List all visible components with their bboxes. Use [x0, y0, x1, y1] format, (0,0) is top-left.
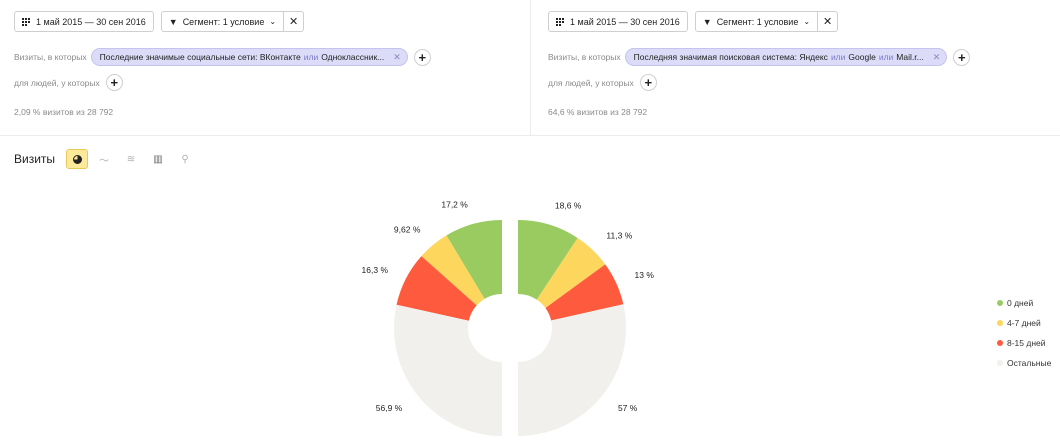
legend-item[interactable]: 0 дней [997, 293, 1051, 313]
slice-label: 17,2 % [441, 200, 468, 210]
legend-item[interactable]: Остальные [997, 353, 1051, 373]
legend-label: 0 дней [1007, 298, 1034, 308]
legend-label: 4-7 дней [1007, 318, 1041, 328]
legend-dot-icon [997, 340, 1003, 346]
pie-slice[interactable] [518, 304, 626, 436]
legend-dot-icon [997, 360, 1003, 366]
slice-label: 11,3 % [606, 230, 632, 240]
slice-label: 56,9 % [376, 403, 403, 413]
legend-label: 8-15 дней [1007, 338, 1046, 348]
slice-label: 16,3 % [362, 265, 389, 275]
legend-label: Остальные [1007, 358, 1052, 368]
legend-dot-icon [997, 300, 1003, 306]
slice-label: 18,6 % [555, 200, 582, 210]
slice-label: 13 % [635, 270, 655, 280]
pie-slice[interactable] [394, 304, 502, 436]
pie-chart: 17,2 % 9,62 % 16,3 % 56,9 % 18,6 % 11,3 % 13 %… [362, 200, 655, 436]
slice-label: 9,62 % [394, 224, 421, 234]
legend-item[interactable]: 8-15 дней [997, 333, 1051, 353]
slice-label: 57 % [618, 403, 638, 413]
legend-dot-icon [997, 320, 1003, 326]
chart-legend: 0 дней 4-7 дней 8-15 дней Остальные [997, 293, 1051, 373]
legend-item[interactable]: 4-7 дней [997, 313, 1051, 333]
